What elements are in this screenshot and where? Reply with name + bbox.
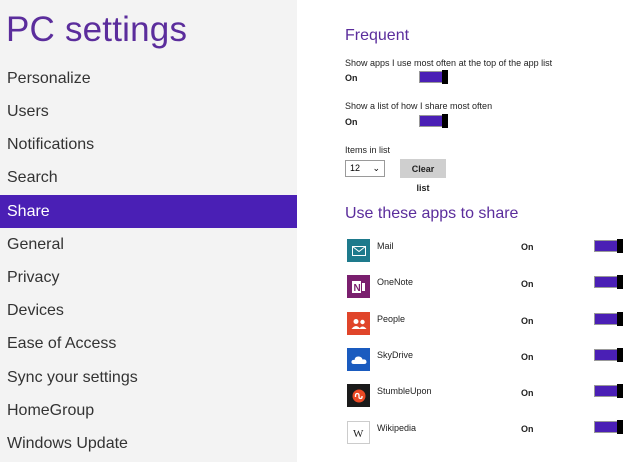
show-apps-label: Show apps I use most often at the top of…	[345, 58, 553, 68]
items-in-list-select[interactable]: 12 ⌄	[345, 160, 385, 177]
show-list-toggle[interactable]	[419, 114, 448, 128]
wikipedia-icon: W	[347, 421, 370, 444]
skydrive-toggle[interactable]	[594, 348, 623, 362]
share-apps-heading: Use these apps to share	[345, 205, 519, 222]
sidebar-item-search[interactable]: Search	[0, 161, 297, 194]
svg-text:N: N	[353, 283, 360, 294]
toggle-thumb	[442, 70, 448, 84]
onenote-toggle[interactable]	[594, 275, 623, 289]
mail-toggle[interactable]	[594, 239, 623, 253]
app-name-people: People	[377, 314, 406, 324]
app-state-mail: On	[521, 242, 534, 252]
frequent-heading: Frequent	[345, 27, 410, 44]
chevron-down-icon: ⌄	[372, 163, 380, 173]
sidebar-item-personalize[interactable]: Personalize	[0, 62, 297, 95]
app-state-skydrive: On	[521, 352, 534, 362]
toggle-thumb	[617, 239, 623, 253]
sidebar-item-general[interactable]: General	[0, 228, 297, 261]
onenote-icon: N	[347, 275, 370, 298]
sidebar-item-homegroup[interactable]: HomeGroup	[0, 394, 297, 427]
sidebar-item-sync-settings[interactable]: Sync your settings	[0, 361, 297, 394]
skydrive-icon	[347, 348, 370, 371]
toggle-thumb	[617, 420, 623, 434]
sidebar-item-notifications[interactable]: Notifications	[0, 128, 297, 161]
sidebar: PC settings Personalize Users Notificati…	[0, 0, 297, 462]
show-list-label: Show a list of how I share most often	[345, 101, 493, 111]
svg-text:W: W	[353, 428, 364, 439]
toggle-thumb	[617, 312, 623, 326]
app-name-skydrive: SkyDrive	[377, 350, 414, 360]
app-state-onenote: On	[521, 279, 534, 289]
stumbleupon-toggle[interactable]	[594, 384, 623, 398]
app-state-wikipedia: On	[521, 424, 534, 434]
sidebar-item-privacy[interactable]: Privacy	[0, 261, 297, 294]
page-title: PC settings	[6, 10, 188, 49]
app-state-people: On	[521, 316, 534, 326]
toggle-thumb	[617, 348, 623, 362]
items-in-list-label: Items in list	[345, 145, 391, 155]
stumbleupon-icon	[347, 384, 370, 407]
sidebar-item-users[interactable]: Users	[0, 95, 297, 128]
items-in-list-value: 12	[350, 163, 361, 173]
toggle-thumb	[617, 384, 623, 398]
sidebar-item-ease-of-access[interactable]: Ease of Access	[0, 327, 297, 360]
mail-icon	[347, 239, 370, 262]
share-settings-panel: Frequent Show apps I use most often at t…	[297, 0, 640, 462]
toggle-thumb	[617, 275, 623, 289]
app-name-stumbleupon: StumbleUpon	[377, 386, 432, 396]
app-state-stumbleupon: On	[521, 388, 534, 398]
people-toggle[interactable]	[594, 312, 623, 326]
show-apps-state: On	[345, 73, 358, 83]
sidebar-item-share[interactable]: Share	[0, 195, 297, 228]
app-name-mail: Mail	[377, 241, 394, 251]
clear-list-button[interactable]: Clear list	[400, 159, 446, 193]
show-list-state: On	[345, 117, 358, 127]
toggle-thumb	[442, 114, 448, 128]
app-name-onenote: OneNote	[377, 277, 414, 287]
wikipedia-toggle[interactable]	[594, 420, 623, 434]
app-name-wikipedia: Wikipedia	[377, 423, 417, 433]
sidebar-item-windows-update[interactable]: Windows Update	[0, 427, 297, 460]
sidebar-item-devices[interactable]: Devices	[0, 294, 297, 327]
people-icon	[347, 312, 370, 335]
show-apps-toggle[interactable]	[419, 70, 448, 84]
